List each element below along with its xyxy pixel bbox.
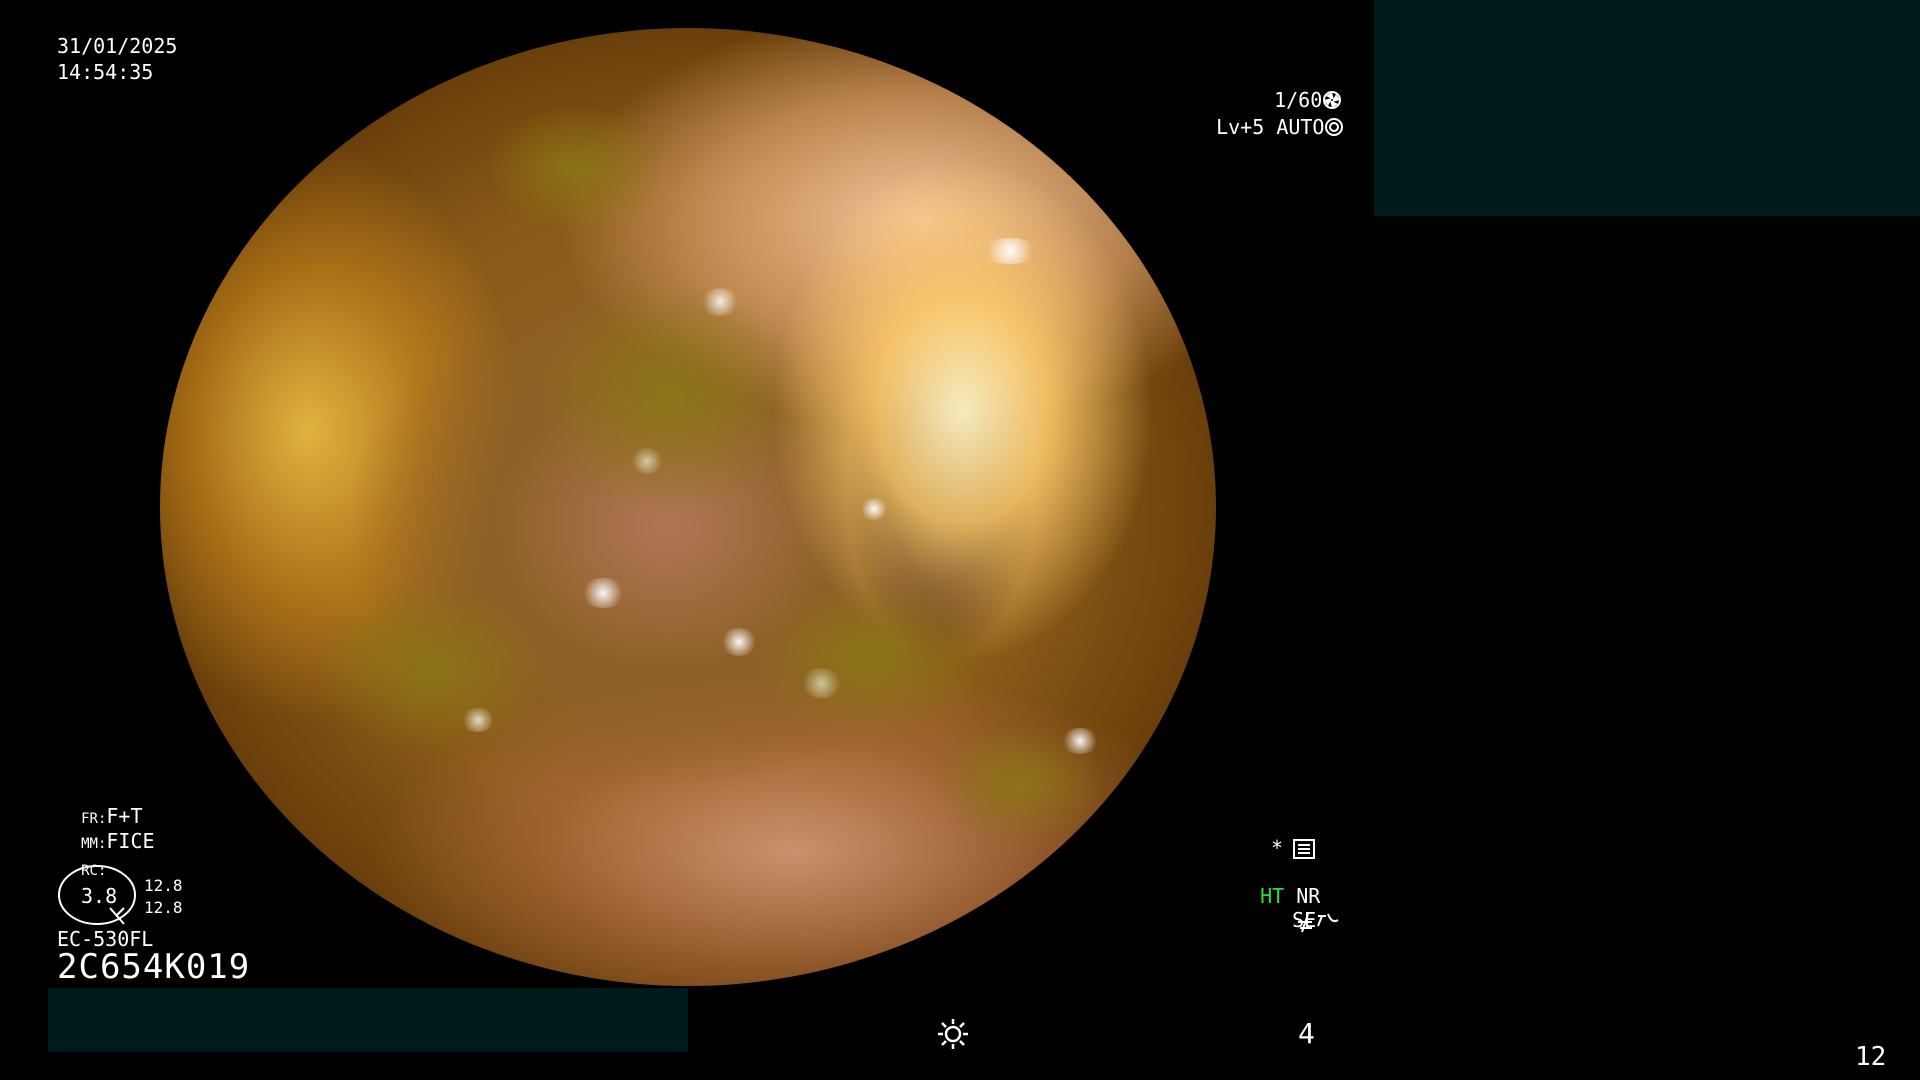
redacted-comment-box: [48, 988, 688, 1052]
time-label: 14:54:35: [57, 60, 154, 84]
redacted-patient-box: [1374, 0, 1920, 216]
zoom-gauge: 3.8: [58, 864, 138, 928]
scope-model: EC-530FL: [57, 927, 154, 951]
brightness-indicator: [937, 1018, 969, 1054]
iris-icon: [1324, 117, 1344, 140]
freeze-icon: [1294, 912, 1316, 938]
gauge-value: 3.8: [81, 884, 118, 908]
gauge-top-value: 12.8: [144, 876, 183, 895]
scope-serial: 2C654K019: [57, 947, 251, 987]
mm-value: FICE: [106, 829, 155, 853]
star-label: *: [1271, 836, 1284, 860]
level-value: Lv+5: [1216, 115, 1265, 139]
bottom-number: 4: [1298, 1017, 1315, 1050]
level-auto-label: Lv+5 AUTO: [1192, 97, 1344, 140]
corner-number: 12: [1855, 1042, 1887, 1072]
date-label: 31/01/2025: [57, 34, 178, 58]
endoscope-image: [160, 28, 1216, 986]
enhancement-curve-icon: [1316, 910, 1340, 933]
auto-value: AUTO: [1276, 115, 1325, 139]
brightness-sun-icon: [937, 1018, 969, 1054]
settings-panel-icon: [1292, 838, 1315, 863]
freeze-indicator: [1294, 912, 1316, 938]
gauge-bottom-value: 12.8: [144, 898, 183, 917]
menu-indicator: *: [1271, 838, 1315, 863]
